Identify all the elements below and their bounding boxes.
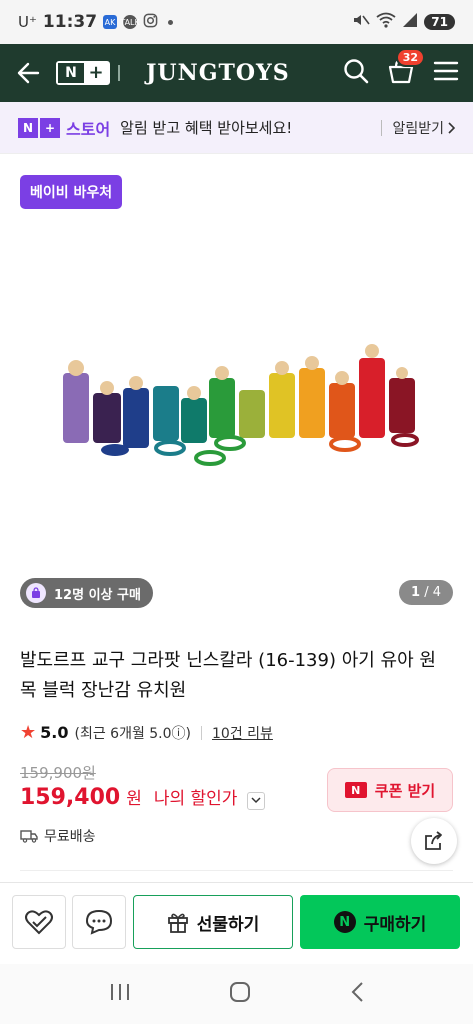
section-divider — [20, 870, 453, 871]
search-icon[interactable] — [343, 58, 369, 88]
star-icon: ★ — [20, 722, 37, 743]
menu-icon[interactable] — [433, 60, 459, 86]
header-divider — [118, 65, 120, 81]
notice-separator — [381, 119, 383, 136]
nav-back-icon[interactable] — [350, 981, 364, 1007]
review-count-link[interactable]: 10건 리뷰 — [212, 723, 273, 743]
rating-row: ★ 5.0 (최근 6개월 5.0ⓘ) 10건 리뷰 — [20, 722, 273, 743]
wifi-icon — [376, 12, 396, 32]
notification-dot-icon — [168, 19, 174, 25]
my-discount-label: 나의 할인가 — [153, 789, 238, 809]
nplus-store-logo: N + 스토어 — [18, 116, 110, 140]
chat-bubble-icon — [85, 909, 113, 935]
cart-button[interactable]: 32 — [387, 48, 425, 88]
home-icon[interactable] — [229, 981, 251, 1007]
app-screen: U⁺ 11:37 AK TALK 71 N + JUNGTOYS 32 N + … — [0, 0, 473, 1024]
gift-label: 선물하기 — [196, 914, 260, 935]
chat-button[interactable] — [72, 895, 126, 949]
n-logo-box: N — [58, 63, 84, 83]
cart-count-badge: 32 — [395, 48, 425, 67]
voucher-badge: 베이비 바우처 — [20, 175, 123, 209]
page-total: 4 — [432, 585, 441, 600]
currency-unit: 원 — [126, 789, 142, 809]
signal-icon — [402, 12, 418, 32]
rating-score: 5.0 — [40, 723, 69, 742]
coupon-label: 쿠폰 받기 — [374, 781, 436, 800]
logo-plus-box: + — [40, 117, 60, 138]
gift-button[interactable]: 선물하기 — [133, 895, 293, 949]
logo-n-box: N — [18, 117, 38, 138]
purchase-action-bar: 선물하기 N 구매하기 — [0, 882, 473, 960]
chevron-right-icon — [448, 121, 455, 134]
image-page-indicator: 1 / 4 — [399, 580, 453, 605]
instagram-icon — [143, 13, 158, 32]
chevron-down-icon — [251, 797, 261, 804]
share-icon — [425, 831, 442, 850]
mute-icon — [352, 12, 370, 32]
gift-icon — [167, 913, 188, 933]
store-header: N + JUNGTOYS 32 — [0, 44, 473, 102]
truck-icon — [20, 830, 38, 843]
buy-label: 구매하기 — [363, 914, 427, 935]
status-right: 71 — [352, 12, 455, 32]
page-separator: / — [420, 585, 433, 600]
sale-price: 159,400 — [20, 785, 121, 810]
logo-store-word: 스토어 — [66, 119, 111, 139]
buyers-count-chip: 12명 이상 구매 — [20, 578, 153, 608]
clock: 11:37 — [42, 12, 98, 32]
notification-banner: N + 스토어 알림 받고 혜택 받아보세요! 알림받기 — [0, 102, 473, 154]
recent-apps-icon[interactable] — [109, 982, 131, 1006]
subscribe-label: 알림받기 — [392, 120, 444, 137]
buy-button[interactable]: N 구매하기 — [300, 895, 460, 949]
notice-message: 알림 받고 혜택 받아보세요! — [120, 119, 293, 137]
naver-plus-logo[interactable]: N + — [56, 61, 110, 85]
product-image-carousel[interactable]: 베이비 바우처 12명 이상 구매 1 / 4 — [0, 158, 473, 628]
back-arrow-icon[interactable] — [14, 59, 42, 87]
status-left: U⁺ 11:37 AK TALK — [18, 12, 174, 32]
discount-dropdown[interactable] — [247, 791, 266, 810]
wishlist-button[interactable] — [12, 895, 66, 949]
heart-check-icon — [25, 910, 53, 935]
page-current: 1 — [411, 585, 421, 600]
recent-rating[interactable]: (최근 6개월 5.0ⓘ) — [74, 723, 191, 743]
rating-divider — [201, 725, 203, 740]
coupon-button[interactable]: N 쿠폰 받기 — [327, 768, 453, 812]
status-bar: U⁺ 11:37 AK TALK 71 — [0, 0, 473, 44]
sale-price-row: 159,400 원 나의 할인가 — [20, 784, 266, 810]
subscribe-button[interactable]: 알림받기 — [392, 118, 455, 138]
product-title: 발도르프 교구 그라팟 닌스칼라 (16-139) 아기 유아 원목 블럭 장난… — [20, 650, 436, 701]
buyers-count-text: 12명 이상 구매 — [54, 587, 141, 603]
carrier-label: U⁺ — [18, 13, 37, 31]
talk-app-icon: TALK — [120, 15, 140, 29]
plus-logo-box: + — [88, 62, 104, 83]
battery-indicator: 71 — [424, 14, 455, 30]
store-brand[interactable]: JUNGTOYS — [146, 60, 290, 86]
system-nav-bar — [0, 964, 473, 1024]
original-price: 159,900원 — [20, 764, 96, 782]
shipping-info: 무료배송 — [20, 826, 96, 846]
bag-icon — [26, 583, 46, 603]
ak-app-icon: AK — [103, 15, 118, 29]
naver-pay-logo: N — [333, 911, 356, 933]
header-icons: 32 — [343, 48, 459, 88]
share-button[interactable] — [411, 818, 457, 864]
shipping-label: 무료배송 — [44, 829, 96, 845]
coupon-n-logo: N — [344, 782, 367, 798]
product-photo — [63, 344, 419, 466]
